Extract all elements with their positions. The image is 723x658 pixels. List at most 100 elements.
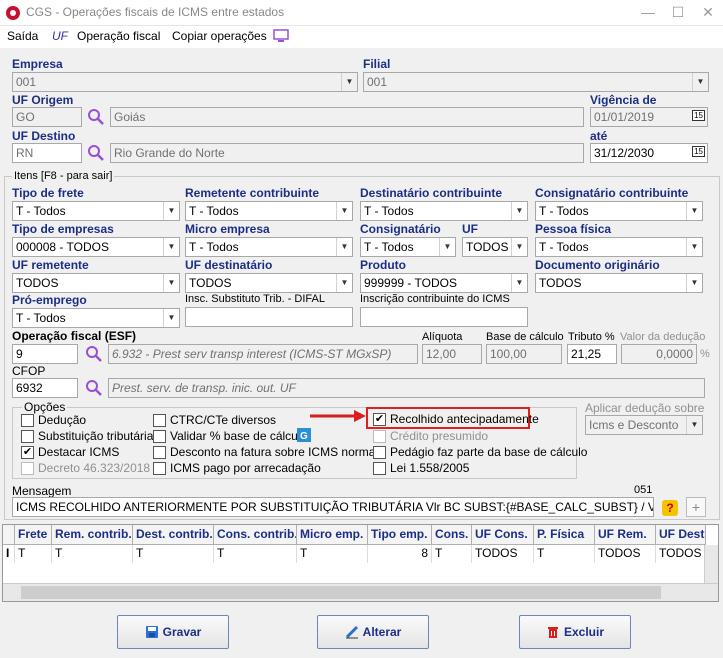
operacao-fiscal-field[interactable]: 9 bbox=[12, 344, 78, 364]
consignatario-contrib-select[interactable]: T - Todos ▼ bbox=[535, 201, 703, 221]
col-header[interactable]: Frete bbox=[15, 525, 52, 545]
tributo-field[interactable]: 21,25 bbox=[567, 344, 617, 364]
valor-deducao-field: 0,0000 bbox=[621, 344, 697, 364]
items-grid[interactable]: Frete Rem. contrib. Dest. contrib. Cons.… bbox=[2, 524, 719, 602]
monitor-icon[interactable] bbox=[273, 29, 289, 43]
col-header[interactable]: Cons. bbox=[432, 525, 472, 545]
pedagio-checkbox[interactable] bbox=[373, 446, 386, 459]
itens-legend: Itens [F8 - para sair] bbox=[12, 170, 115, 182]
col-header[interactable]: UF Cons. bbox=[472, 525, 534, 545]
table-cell[interactable]: T bbox=[52, 545, 133, 563]
menu-uf[interactable]: UF bbox=[52, 29, 68, 43]
produto-value: 999999 - TODOS bbox=[364, 276, 457, 290]
documento-select[interactable]: TODOS ▼ bbox=[535, 273, 703, 293]
insc-st-field[interactable] bbox=[185, 307, 353, 327]
minimize-button[interactable]: — bbox=[633, 0, 663, 26]
table-cell[interactable]: T bbox=[133, 545, 214, 563]
chevron-down-icon: ▼ bbox=[341, 73, 357, 91]
icms-pago-checkbox[interactable] bbox=[153, 462, 166, 475]
vigencia-date-field[interactable]: 01/01/2019 15 bbox=[590, 107, 708, 127]
calendar-icon[interactable]: 15 bbox=[692, 110, 705, 121]
help-icon[interactable]: ? bbox=[662, 500, 678, 516]
ctrc-checkbox[interactable] bbox=[153, 414, 166, 427]
tipo-empresas-select[interactable]: 000008 - TODOS ▼ bbox=[12, 237, 180, 257]
col-header[interactable]: P. Física bbox=[534, 525, 595, 545]
search-icon[interactable] bbox=[84, 378, 104, 398]
table-cell[interactable]: TODOS bbox=[472, 545, 534, 563]
table-cell[interactable]: TODOS bbox=[656, 545, 706, 563]
deducao-checkbox[interactable] bbox=[21, 414, 34, 427]
destacar-icms-checkbox[interactable]: ✔ bbox=[21, 446, 34, 459]
col-header[interactable]: UF Rem. bbox=[595, 525, 656, 545]
filial-label: Filial bbox=[363, 57, 391, 71]
credito-label: Crédito presumido bbox=[390, 429, 489, 443]
gravar-button[interactable]: Gravar bbox=[117, 615, 229, 649]
close-button[interactable]: ✕ bbox=[693, 0, 723, 26]
consignatario-select[interactable]: T - Todos ▼ bbox=[360, 237, 456, 257]
uf-destino-field[interactable]: RN bbox=[12, 143, 82, 163]
uf-destinatario-select[interactable]: TODOS ▼ bbox=[185, 273, 353, 293]
search-icon[interactable] bbox=[86, 107, 106, 127]
excluir-button[interactable]: Excluir bbox=[519, 615, 631, 649]
g-icon[interactable]: G bbox=[297, 428, 311, 442]
aplicar-select[interactable]: Icms e Desconto ▼ bbox=[585, 415, 703, 435]
validar-checkbox[interactable] bbox=[153, 430, 166, 443]
destinatario-select[interactable]: T - Todos ▼ bbox=[360, 201, 528, 221]
table-cell[interactable]: T bbox=[297, 545, 368, 563]
col-header[interactable]: UF Dest bbox=[656, 525, 706, 545]
uf-remetente-select[interactable]: TODOS ▼ bbox=[12, 273, 180, 293]
calendar-icon[interactable]: 15 bbox=[692, 146, 705, 157]
tipo-frete-value: T - Todos bbox=[16, 204, 66, 218]
menu-saida[interactable]: Saída bbox=[7, 29, 38, 43]
vertical-scrollbar[interactable] bbox=[704, 545, 718, 583]
col-header[interactable]: Micro emp. bbox=[297, 525, 368, 545]
excluir-label: Excluir bbox=[563, 625, 605, 639]
col-header[interactable]: Dest. contrib. bbox=[133, 525, 214, 545]
col-header[interactable]: Tipo emp. bbox=[368, 525, 432, 545]
horizontal-scrollbar[interactable] bbox=[3, 583, 718, 601]
menu-copiar-operacoes[interactable]: Copiar operações bbox=[172, 29, 267, 43]
tipo-frete-select[interactable]: T - Todos ▼ bbox=[12, 201, 180, 221]
percent-label: % bbox=[700, 348, 710, 360]
scrollbar-thumb[interactable] bbox=[21, 586, 661, 599]
desconto-checkbox[interactable] bbox=[153, 446, 166, 459]
documento-label: Documento originário bbox=[535, 258, 660, 272]
search-icon[interactable] bbox=[86, 143, 106, 163]
produto-select[interactable]: 999999 - TODOS ▼ bbox=[360, 273, 528, 293]
insc-contrib-field[interactable] bbox=[360, 307, 528, 327]
subst-trib-checkbox[interactable] bbox=[21, 430, 34, 443]
vigencia-label: Vigência de bbox=[590, 93, 657, 107]
decreto-checkbox[interactable] bbox=[21, 462, 34, 475]
ate-date-field[interactable]: 31/12/2030 15 bbox=[590, 143, 708, 163]
credito-checkbox[interactable] bbox=[373, 430, 386, 443]
pro-emprego-value: T - Todos bbox=[16, 311, 66, 325]
search-icon[interactable] bbox=[84, 344, 104, 364]
uf-origem-field[interactable]: GO bbox=[12, 107, 82, 127]
maximize-button[interactable]: ☐ bbox=[663, 0, 693, 26]
add-button[interactable]: + bbox=[686, 497, 706, 517]
table-cell[interactable]: T bbox=[432, 545, 472, 563]
uf-select[interactable]: TODOS ▼ bbox=[462, 237, 528, 257]
micro-empresa-select[interactable]: T - Todos ▼ bbox=[185, 237, 353, 257]
menu-operacao-fiscal[interactable]: Operação fiscal bbox=[77, 29, 160, 43]
cfop-field[interactable]: 6932 bbox=[12, 378, 78, 398]
uf-value: TODOS bbox=[466, 240, 509, 254]
remetente-select[interactable]: T - Todos ▼ bbox=[185, 201, 353, 221]
table-cell[interactable]: TODOS bbox=[595, 545, 656, 563]
table-cell[interactable]: T bbox=[214, 545, 297, 563]
empresa-select[interactable]: 001 ▼ bbox=[12, 72, 358, 92]
uf-label: UF bbox=[462, 222, 478, 236]
lei-label: Lei 1.558/2005 bbox=[390, 461, 470, 475]
lei-checkbox[interactable] bbox=[373, 462, 386, 475]
col-header[interactable]: Rem. contrib. bbox=[52, 525, 133, 545]
table-cell[interactable]: T bbox=[15, 545, 52, 563]
alterar-button[interactable]: Alterar bbox=[317, 615, 429, 649]
col-header[interactable]: Cons. contrib. bbox=[214, 525, 297, 545]
filial-select[interactable]: 001 ▼ bbox=[363, 72, 709, 92]
mensagem-field[interactable]: ICMS RECOLHIDO ANTERIORMENTE POR SUBSTIT… bbox=[12, 497, 654, 517]
table-cell[interactable]: 8 bbox=[368, 545, 432, 563]
pro-emprego-select[interactable]: T - Todos ▼ bbox=[12, 308, 180, 328]
pessoa-fisica-select[interactable]: T - Todos ▼ bbox=[535, 237, 703, 257]
recolhido-checkbox[interactable]: ✔ bbox=[373, 413, 386, 426]
table-cell[interactable]: T bbox=[534, 545, 595, 563]
